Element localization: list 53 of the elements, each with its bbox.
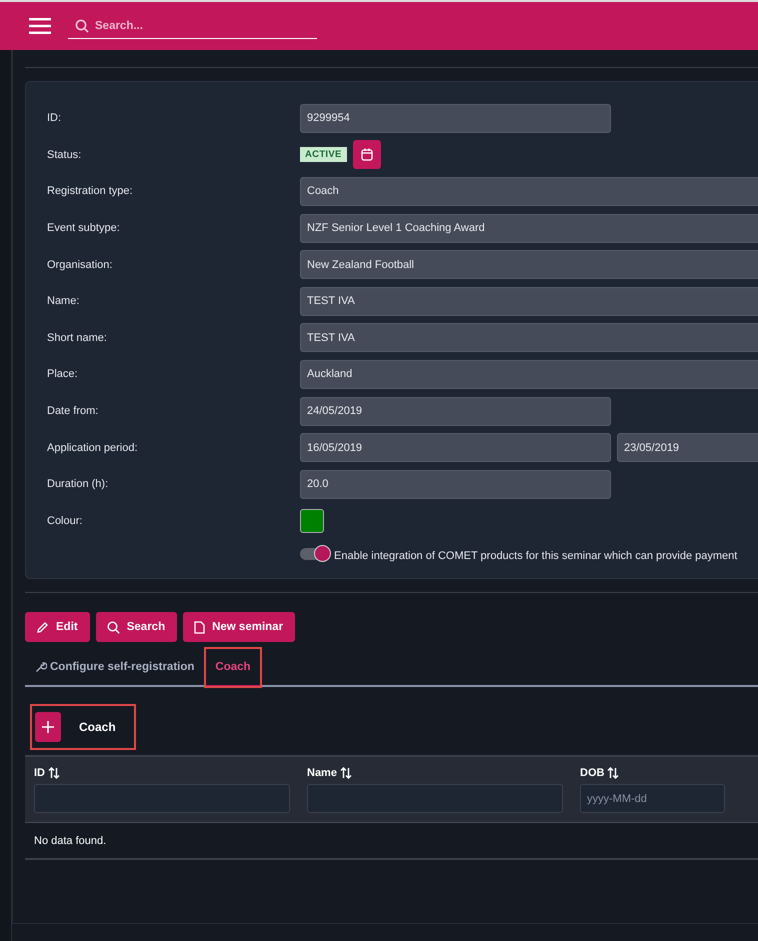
- color-swatch[interactable]: [300, 508, 324, 533]
- field-label: Short name:: [47, 332, 108, 344]
- field-label: Date from:: [47, 405, 100, 418]
- plus-icon: [35, 712, 61, 742]
- toggle-label: Enable integration of COMET products for this seminar which can provide payment: [334, 550, 738, 562]
- menu-icon[interactable]: [29, 18, 51, 34]
- tab[interactable]: Coach: [205, 648, 261, 688]
- field-label: Organisation:: [47, 258, 114, 271]
- calendar-icon: [360, 148, 373, 162]
- sort-icon: [607, 767, 620, 780]
- action-button[interactable]: Edit: [25, 612, 90, 642]
- input-field[interactable]: Coach: [300, 176, 758, 206]
- input-field[interactable]: 20.0: [300, 470, 611, 499]
- input-field[interactable]: Auckland: [300, 360, 758, 389]
- input-field[interactable]: New Zealand Football: [300, 250, 758, 280]
- column-header[interactable]: DOB: [580, 767, 725, 780]
- input-field[interactable]: 24/05/2019: [300, 396, 611, 426]
- input-field[interactable]: 23/05/2019: [617, 433, 758, 462]
- toggle-switch[interactable]: [300, 548, 330, 560]
- empty-message: No data found.: [34, 834, 106, 847]
- search-icon: [106, 620, 120, 634]
- tab[interactable]: Configure self-registration: [25, 648, 204, 686]
- document-icon: [194, 620, 206, 634]
- search-icon: [75, 19, 89, 33]
- field-label: Place:: [47, 368, 79, 380]
- input-field[interactable]: NZF Senior Level 1 Coaching Award: [300, 214, 758, 243]
- sort-icon: [340, 767, 352, 780]
- input-field[interactable]: 16/05/2019: [300, 433, 611, 462]
- filter-field[interactable]: yyyy-MM-dd: [580, 784, 725, 814]
- field-label: Status:: [47, 148, 82, 161]
- filter-field[interactable]: [307, 784, 563, 814]
- input-field[interactable]: 9299954: [300, 104, 611, 133]
- field-label: ID:: [47, 112, 62, 124]
- status-badge: ACTIVE: [300, 147, 347, 162]
- column-header[interactable]: ID: [34, 767, 290, 780]
- column-header[interactable]: Name: [307, 767, 563, 780]
- sort-icon: [48, 767, 60, 780]
- field-label: Duration (h):: [47, 478, 110, 490]
- field-label: Colour:: [47, 514, 84, 527]
- add-coach-button[interactable]: Coach: [32, 706, 134, 748]
- search-field[interactable]: Search...: [68, 13, 317, 39]
- action-button[interactable]: New seminar: [183, 612, 296, 642]
- field-label: Name:: [47, 295, 80, 308]
- pencil-icon: [36, 620, 49, 634]
- calendar-button[interactable]: [352, 140, 381, 170]
- action-button[interactable]: Search: [96, 612, 178, 642]
- input-field[interactable]: TEST IVA: [300, 286, 758, 316]
- filter-field[interactable]: [34, 784, 290, 814]
- wrench-icon: [35, 660, 47, 673]
- field-label: Event subtype:: [47, 222, 121, 234]
- field-label: Registration type:: [47, 185, 134, 198]
- field-label: Application period:: [47, 442, 139, 454]
- input-field[interactable]: TEST IVA: [300, 323, 758, 352]
